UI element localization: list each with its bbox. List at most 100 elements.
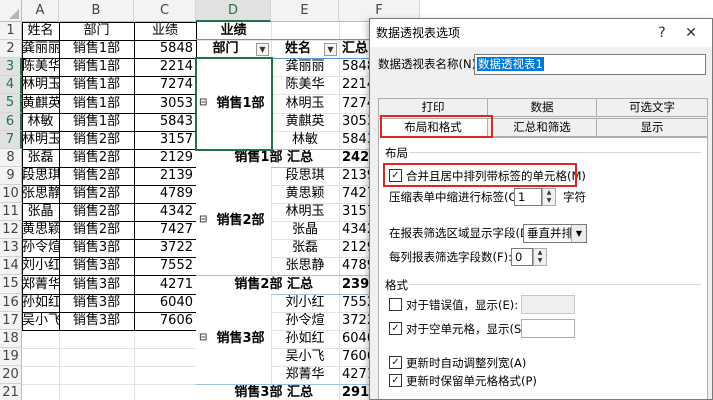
pivot-name-cell[interactable]: 张磊 [271,239,339,257]
row-header-13[interactable]: 13 [0,239,22,257]
source-name-cell[interactable]: 黄思颖 [22,221,59,239]
source-value-cell[interactable]: 2129 [134,149,196,167]
pivot-name-cell[interactable]: 张思静 [271,257,339,275]
row-header-1[interactable]: 1 [0,22,22,40]
source-value-cell[interactable]: 2139 [134,167,196,185]
tab-data[interactable]: 数据 [487,98,597,117]
preserve-format-checkbox[interactable]: ✓ [389,374,402,387]
pivot-subtotal-label[interactable]: 销售3部 汇总 [196,384,339,400]
source-name-cell[interactable]: 刘小红 [22,257,59,275]
source-name-cell[interactable]: 林明玉 [22,76,59,94]
source-value-cell[interactable]: 7606 [134,312,196,330]
filter-fields-input[interactable]: 0 [511,248,533,266]
source-value-cell[interactable]: 5848 [134,40,196,58]
column-header-a[interactable]: A [22,0,59,22]
source-dept-cell[interactable]: 销售3部 [59,294,134,312]
autofit-checkbox[interactable]: ✓ [389,356,402,369]
row-header-5[interactable]: 5 [0,94,22,113]
empty-cell-input[interactable] [521,319,575,338]
column-header-e[interactable]: E [271,0,339,22]
source-value-cell[interactable]: 6040 [134,294,196,312]
pivot-name-cell[interactable]: 林敏 [271,131,339,149]
column-header-d[interactable]: D [196,0,271,22]
pivot-name-cell[interactable]: 陈美华 [271,76,339,94]
row-header-20[interactable]: 20 [0,366,22,384]
pivot-value-header[interactable]: 业绩 [196,22,271,40]
help-icon[interactable]: ? [652,23,672,43]
row-header-17[interactable]: 17 [0,312,22,330]
tab-alt-text[interactable]: 可选文字 [596,98,708,117]
row-header-15[interactable]: 15 [0,275,22,294]
collapse-icon[interactable]: ⊟ [199,214,207,225]
pivot-subtotal-label[interactable]: 销售2部 汇总 [196,275,339,294]
source-value-cell[interactable]: 2214 [134,58,196,76]
row-header-19[interactable]: 19 [0,348,22,366]
collapse-icon[interactable]: ⊟ [199,332,207,343]
pivot-name-input[interactable]: 数据透视表1 [474,54,706,75]
tab-print[interactable]: 打印 [378,98,488,117]
pivot-subtotal-label[interactable]: 销售1部 汇总 [196,149,339,167]
spin-down-icon[interactable]: ▼ [534,257,546,265]
source-dept-cell[interactable]: 销售2部 [59,167,134,185]
source-header-cell[interactable]: 姓名 [22,22,59,40]
close-icon[interactable]: ✕ [680,23,702,43]
source-name-cell[interactable]: 龚丽丽 [22,40,59,58]
row-header-21[interactable]: 21 [0,384,22,400]
source-dept-cell[interactable]: 销售3部 [59,312,134,330]
row-header-14[interactable]: 14 [0,257,22,275]
pivot-name-cell[interactable]: 吴小飞 [271,348,339,366]
pivot-name-cell[interactable]: 郑菁华 [271,366,339,384]
row-header-4[interactable]: 4 [0,76,22,94]
spin-up-icon[interactable]: ▲ [543,189,555,197]
pivot-name-cell[interactable]: 黄思颖 [271,185,339,203]
source-name-cell[interactable]: 段思琪 [22,167,59,185]
source-dept-cell[interactable]: 销售1部 [59,76,134,94]
source-dept-cell[interactable]: 销售3部 [59,257,134,275]
collapse-icon[interactable]: ⊟ [199,97,207,108]
source-name-cell[interactable]: 张思静 [22,185,59,203]
row-header-11[interactable]: 11 [0,203,22,221]
source-name-cell[interactable]: 张磊 [22,149,59,167]
source-dept-cell[interactable]: 销售2部 [59,185,134,203]
source-name-cell[interactable]: 林明玉 [22,131,59,149]
source-name-cell[interactable]: 黄麒英 [22,94,59,113]
filter-area-select[interactable]: 垂直并排 ▼ [523,224,587,243]
source-name-cell[interactable]: 陈美华 [22,58,59,76]
source-value-cell[interactable]: 3053 [134,94,196,113]
filter-fields-spinner[interactable]: ▲ ▼ [533,248,547,266]
row-header-18[interactable]: 18 [0,330,22,348]
source-header-cell[interactable]: 部门 [59,22,134,40]
row-header-9[interactable]: 9 [0,167,22,185]
source-name-cell[interactable]: 林敏 [22,113,59,131]
select-all-corner[interactable] [0,0,22,22]
source-dept-cell[interactable]: 销售2部 [59,203,134,221]
empty-cell-checkbox[interactable]: ✓ [389,322,402,335]
row-header-10[interactable]: 10 [0,185,22,203]
source-value-cell[interactable]: 4342 [134,203,196,221]
source-dept-cell[interactable]: 销售1部 [59,40,134,58]
dept-filter-icon[interactable]: ▼ [256,43,269,56]
error-value-checkbox[interactable] [389,298,402,311]
pivot-name-cell[interactable]: 刘小红 [271,294,339,312]
row-header-8[interactable]: 8 [0,149,22,167]
error-value-input[interactable] [521,295,575,314]
pivot-name-cell[interactable]: 段思琪 [271,167,339,185]
pivot-name-cell[interactable]: 孙如红 [271,330,339,348]
pivot-name-cell[interactable]: 林明玉 [271,203,339,221]
pivot-name-cell[interactable]: 孙令煊 [271,312,339,330]
source-dept-cell[interactable]: 销售1部 [59,94,134,113]
merge-center-checkbox[interactable]: ✓ [389,169,402,182]
indent-input[interactable]: 1 [514,188,542,206]
indent-spinner[interactable]: ▲ ▼ [542,188,556,206]
source-value-cell[interactable]: 7552 [134,257,196,275]
spin-up-icon[interactable]: ▲ [534,249,546,257]
source-dept-cell[interactable]: 销售1部 [59,58,134,76]
row-header-6[interactable]: 6 [0,113,22,131]
source-value-cell[interactable]: 5843 [134,113,196,131]
column-header-b[interactable]: B [59,0,134,22]
source-value-cell[interactable]: 4789 [134,185,196,203]
source-name-cell[interactable]: 张晶 [22,203,59,221]
pivot-name-cell[interactable]: 黄麒英 [271,113,339,131]
source-dept-cell[interactable]: 销售2部 [59,149,134,167]
source-value-cell[interactable]: 3722 [134,239,196,257]
